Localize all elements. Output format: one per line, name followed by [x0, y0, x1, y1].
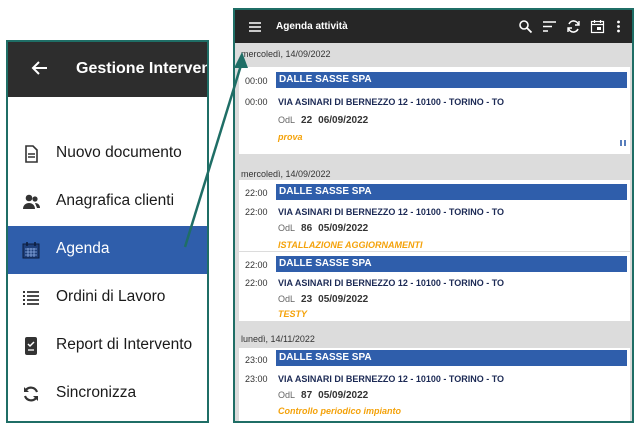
back-arrow-icon[interactable]: [30, 58, 50, 78]
entry-note: Controllo periodico impianto: [278, 406, 401, 416]
menu-item-label: Anagrafica clienti: [56, 192, 175, 209]
entry-time: 22:00: [245, 278, 268, 288]
menu-item-label: Sincronizza: [56, 384, 137, 401]
menu-item-label: Ordini di Lavoro: [56, 288, 166, 305]
entry-time: 23:00: [245, 374, 268, 384]
entry-odl: OdL 23 05/09/2022: [278, 294, 369, 305]
agenda-entry[interactable]: 00:00 DALLE SASSE SPA 00:00 VIA ASINARI …: [239, 67, 630, 154]
menu-item-anagrafica-clienti[interactable]: Anagrafica clienti: [8, 178, 207, 226]
screen-title: Agenda attività: [276, 21, 348, 32]
drawer-header: Gestione Intervent: [8, 42, 207, 97]
menu-item-agenda[interactable]: Agenda: [8, 226, 207, 274]
report-icon: [25, 337, 37, 355]
drawer-title: Gestione Intervent: [76, 60, 209, 77]
more-options-icon[interactable]: [611, 19, 626, 34]
entry-note: TESTY: [278, 309, 308, 319]
entry-time: 22:00: [245, 260, 268, 270]
document-icon: [25, 145, 38, 163]
entry-time: 22:00: [245, 207, 268, 217]
entry-company: DALLE SASSE SPA: [276, 72, 627, 88]
app-bar: Agenda attività: [235, 10, 632, 43]
hamburger-menu-icon[interactable]: [248, 20, 262, 34]
entry-odl: OdL 86 05/09/2022: [278, 223, 369, 234]
divider: [239, 251, 630, 252]
day-header: mercoledì, 14/09/2022: [241, 49, 331, 59]
entry-odl: OdL 22 06/09/2022: [278, 115, 369, 126]
day-header: mercoledì, 14/09/2022: [241, 169, 331, 179]
entry-odl: OdL 87 05/09/2022: [278, 390, 369, 401]
list-icon: [23, 291, 39, 305]
agenda-entry[interactable]: 23:00 DALLE SASSE SPA 23:00 VIA ASINARI …: [239, 348, 630, 421]
sync-icon: [23, 386, 39, 402]
calendar-view-icon[interactable]: [590, 19, 605, 34]
day-header: lunedì, 14/11/2022: [241, 334, 315, 344]
menu-item-sincronizza[interactable]: Sincronizza: [8, 370, 207, 418]
entry-note: ISTALLAZIONE AGGIORNAMENTI: [278, 240, 423, 250]
entry-note: prova: [278, 132, 303, 142]
agenda-screen: Agenda attività mercoledì, 14/09/2022 00…: [233, 8, 634, 423]
entry-company: DALLE SASSE SPA: [276, 184, 627, 200]
menu-item-label: Nuovo documento: [56, 144, 182, 161]
entry-time: 00:00: [245, 76, 268, 86]
pause-icon: [620, 140, 626, 146]
people-icon: [23, 194, 40, 209]
menu-item-report-di-intervento[interactable]: Report di Intervento: [8, 322, 207, 370]
drawer-menu: Nuovo documento Anagrafica clienti Agend…: [8, 130, 207, 418]
navigation-drawer: Gestione Intervent Nuovo documento Anagr…: [6, 40, 209, 423]
menu-item-nuovo-documento[interactable]: Nuovo documento: [8, 130, 207, 178]
refresh-icon[interactable]: [566, 19, 581, 34]
calendar-icon: [22, 242, 40, 259]
entry-address: VIA ASINARI DI BERNEZZO 12 - 10100 - TOR…: [278, 278, 505, 288]
menu-item-ordini-di-lavoro[interactable]: Ordini di Lavoro: [8, 274, 207, 322]
entry-time: 23:00: [245, 355, 268, 365]
entry-address: VIA ASINARI DI BERNEZZO 12 - 10100 - TOR…: [278, 207, 505, 217]
entry-time: 22:00: [245, 188, 268, 198]
entry-company: DALLE SASSE SPA: [276, 256, 627, 272]
search-icon[interactable]: [518, 19, 533, 34]
entry-address: VIA ASINARI DI BERNEZZO 12 - 10100 - TOR…: [278, 97, 505, 107]
entry-time: 00:00: [245, 97, 268, 107]
menu-item-label: Agenda: [56, 240, 110, 257]
entry-company: DALLE SASSE SPA: [276, 350, 627, 366]
menu-item-label: Report di Intervento: [56, 336, 193, 353]
entry-address: VIA ASINARI DI BERNEZZO 12 - 10100 - TOR…: [278, 374, 505, 384]
sort-icon[interactable]: [542, 19, 557, 34]
